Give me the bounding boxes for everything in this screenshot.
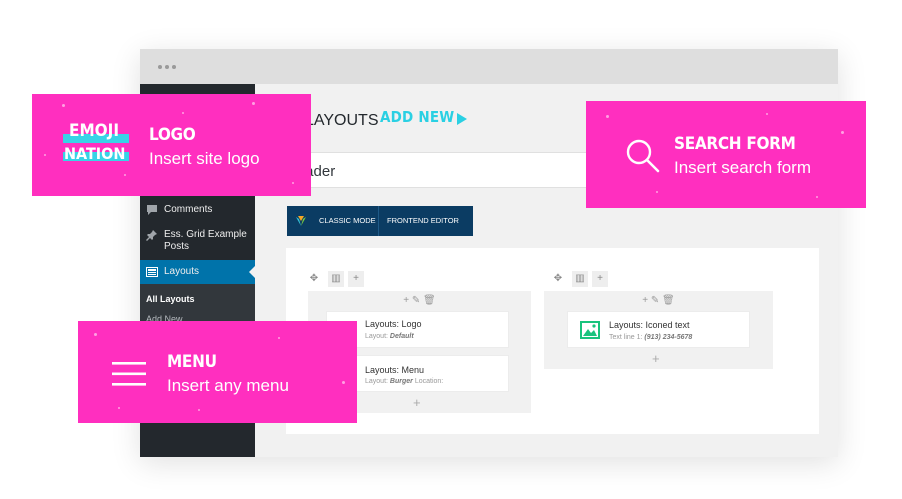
editor-mode-bar: CLASSIC MODE FRONTEND EDITOR [287,206,473,236]
divider [378,206,379,236]
page-title: LAYOUTS [305,112,379,129]
element-subtitle: Layout: Default [365,333,414,340]
active-indicator [249,266,255,278]
menu-card-title: MENU [167,352,217,372]
element-iconed-text[interactable]: Layouts: Iconed text Text line 1: (913) … [567,311,750,348]
logo-card-subtitle: Insert site logo [149,149,260,168]
element-title: Layouts: Menu [365,365,425,375]
hamburger-menu-icon [112,362,146,386]
window-dot [165,65,169,69]
sidebar-item-label: Ess. Grid Example Posts [164,229,247,252]
logo-card: EMOJI NATION LOGO Insert site logo [32,94,311,196]
image-icon [580,321,600,339]
add-column-icon[interactable]: + [592,271,608,287]
sidebar-item-layouts[interactable]: Layouts [140,260,255,284]
builder-column: + ✎ 🗑 Layouts: Iconed text Text line 1: … [544,291,773,369]
columns-icon[interactable]: ▥ [572,271,588,287]
element-subtitle: Text line 1: (913) 234-5678 [609,334,693,341]
move-icon[interactable]: ✥ [550,271,566,287]
sidebar-item-label: Comments [164,204,213,215]
element-title: Layouts: Iconed text [609,320,690,330]
row-controls: ✥ ▥ + [306,271,366,287]
search-card-title: SEARCH FORM [674,134,796,154]
brand-logo-line2: NATION [64,144,126,163]
move-icon[interactable]: ✥ [306,271,322,287]
search-card-subtitle: Insert search form [674,158,811,177]
search-form-card: SEARCH FORM Insert search form [586,101,866,208]
builder-canvas: ✥ ▥ + ✥ ▥ + + ✎ 🗑 Layouts: Logo Layout: … [286,248,819,434]
page-builder-logo-icon [296,216,306,226]
comment-icon [147,205,157,215]
play-arrow-icon [457,113,467,125]
row-controls: ✥ ▥ + [550,271,610,287]
classic-mode-button[interactable]: CLASSIC MODE [313,206,382,236]
window-dot [172,65,176,69]
add-column-icon[interactable]: + [348,271,364,287]
layout-icon [146,267,158,277]
menu-card-subtitle: Insert any menu [167,376,289,395]
add-element-icon[interactable]: + [413,395,421,410]
logo-card-title: LOGO [149,125,196,145]
add-element-icon[interactable]: + [652,351,660,366]
window-titlebar [140,49,838,84]
columns-icon[interactable]: ▥ [328,271,344,287]
window-dot [158,65,162,69]
search-icon [626,139,660,173]
element-subtitle: Layout: Burger Location: [365,378,444,385]
sidebar-item-ess-grid[interactable]: Ess. Grid Example Posts [140,229,255,255]
add-new-button[interactable]: ADD NEW [380,108,454,126]
element-title: Layouts: Logo [365,319,422,329]
brand-logo-line1: EMOJI [69,121,120,141]
sidebar-item-label: Layouts [164,266,200,277]
submenu-all-layouts[interactable]: All Layouts [146,294,195,304]
menu-card: MENU Insert any menu [78,321,357,423]
column-tools[interactable]: + ✎ 🗑 [308,295,531,306]
frontend-editor-button[interactable]: FRONTEND EDITOR [381,206,465,236]
pin-icon [146,230,157,241]
column-tools[interactable]: + ✎ 🗑 [544,295,773,306]
sidebar-item-comments[interactable]: Comments [140,204,255,216]
